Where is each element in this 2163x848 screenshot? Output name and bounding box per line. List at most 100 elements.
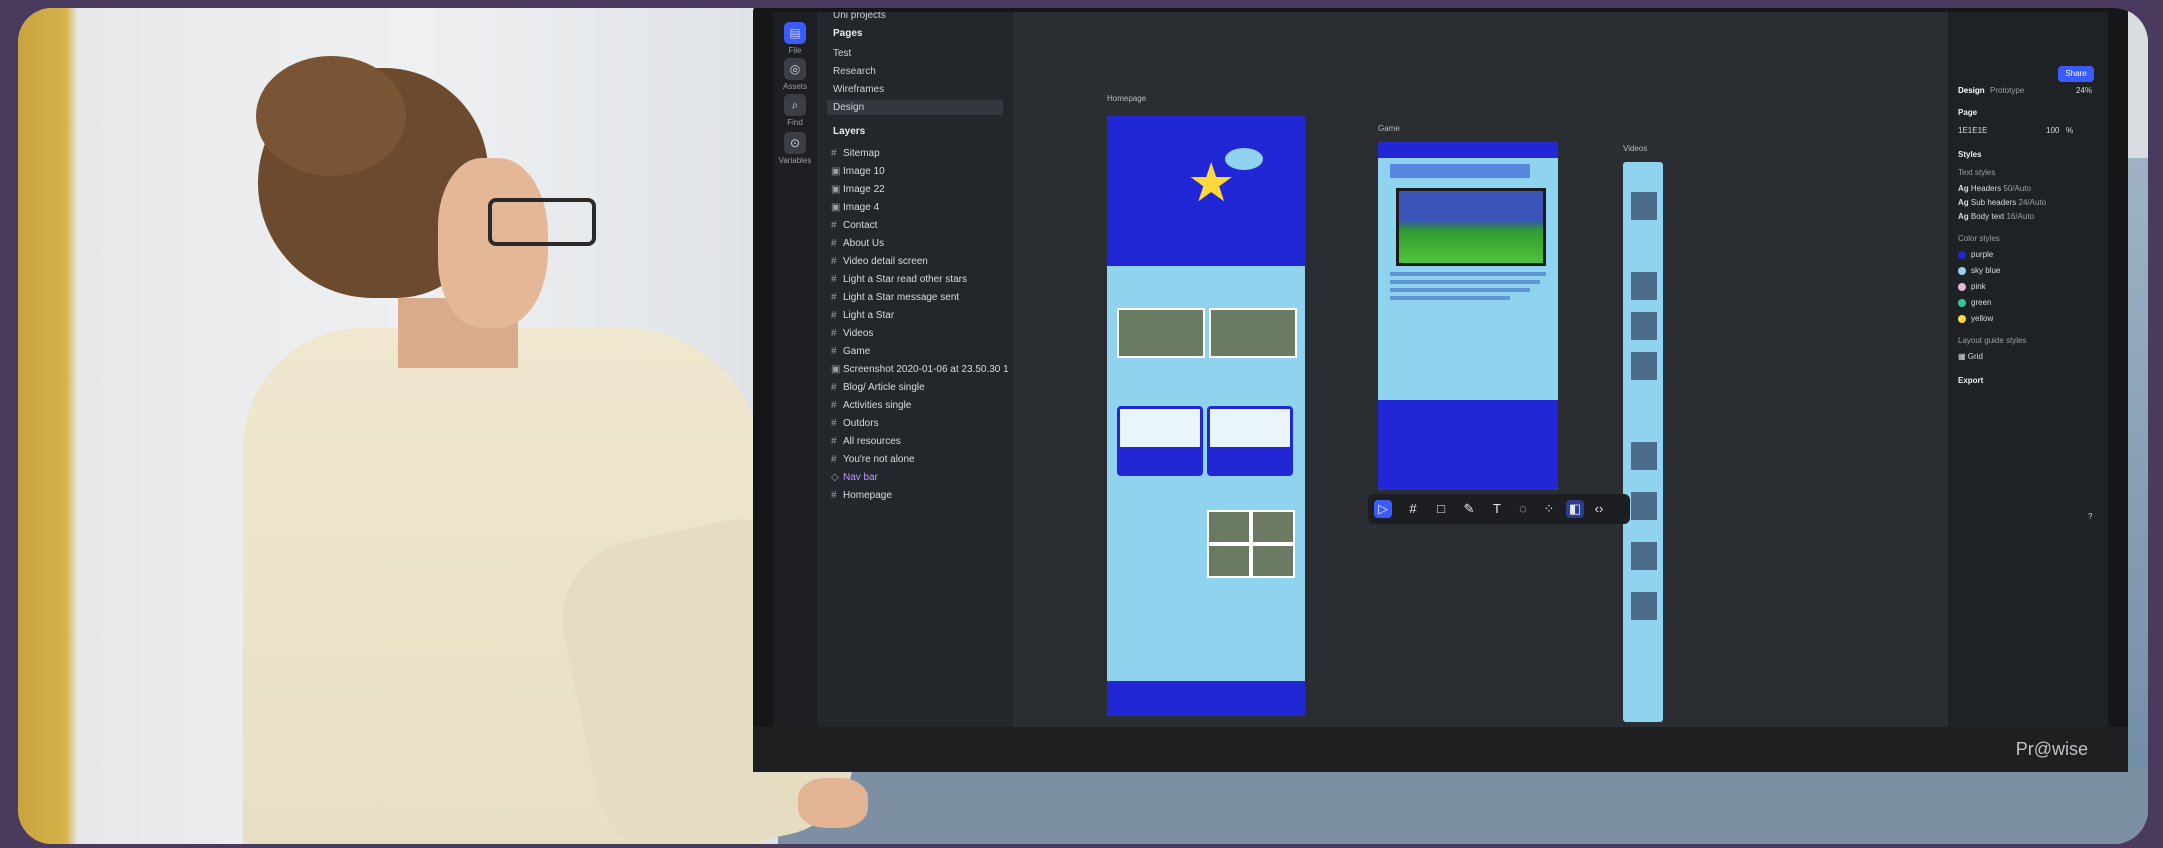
frame-label-videos: Videos: [1623, 144, 1648, 153]
photo-thumbnail: [1207, 510, 1251, 544]
resource-card: [1117, 406, 1203, 476]
person-hand: [798, 778, 868, 828]
layer-item[interactable]: # Videos: [831, 328, 873, 339]
page-item-research[interactable]: Research: [833, 66, 876, 77]
color-style-item[interactable]: sky blue: [1958, 266, 2000, 275]
layer-label: Screenshot 2020-01-06 at 23.50.30 1: [843, 364, 1009, 375]
nav-bar: [1378, 142, 1558, 158]
export-header[interactable]: Export: [1958, 376, 1983, 385]
text-tool-icon[interactable]: T: [1488, 500, 1506, 518]
layer-item[interactable]: ▣ Image 4: [831, 202, 879, 213]
properties-panel: Share Design Prototype 24% Page 1E1E1E 1…: [1948, 12, 2108, 727]
shape-tool-icon[interactable]: □: [1432, 500, 1450, 518]
pen-tool-icon[interactable]: ✎: [1460, 500, 1478, 518]
file-icon[interactable]: ▤: [784, 22, 806, 44]
frame-icon: #: [831, 148, 837, 159]
layer-item[interactable]: ▣ Image 10: [831, 166, 885, 177]
move-tool-icon[interactable]: ▷: [1374, 500, 1392, 518]
color-style-item[interactable]: yellow: [1958, 314, 1993, 323]
frame-icon: #: [831, 238, 837, 249]
layer-item[interactable]: # Activities single: [831, 400, 911, 411]
layer-item[interactable]: # Homepage: [831, 490, 892, 501]
layer-item[interactable]: # Outdors: [831, 418, 879, 429]
page-opacity-value[interactable]: 100: [2046, 126, 2059, 135]
layer-item[interactable]: # Video detail screen: [831, 256, 928, 267]
resource-card: [1207, 406, 1293, 476]
layer-item[interactable]: ▣ Screenshot 2020-01-06 at 23.50.30 1: [831, 364, 1009, 375]
code-icon[interactable]: ‹›: [1590, 500, 1608, 518]
videos-artboard[interactable]: [1623, 162, 1663, 722]
game-video: [1396, 188, 1546, 266]
layer-item[interactable]: # All resources: [831, 436, 901, 447]
share-button[interactable]: Share: [2058, 66, 2094, 82]
photo-thumbnail: [1251, 510, 1295, 544]
game-artboard[interactable]: [1378, 142, 1558, 490]
layer-label: All resources: [843, 436, 901, 447]
layer-label: Game: [843, 346, 871, 357]
text-style-item[interactable]: Ag Body text 16/Auto: [1958, 212, 2034, 221]
frame-icon: #: [831, 256, 837, 267]
actions-icon[interactable]: ⁘: [1540, 500, 1558, 518]
page-color-value[interactable]: 1E1E1E: [1958, 126, 1987, 135]
layer-label: Image 22: [843, 184, 885, 195]
image-icon: ▣: [831, 184, 841, 195]
project-name[interactable]: Uni projects: [833, 12, 886, 21]
frame-tool-icon[interactable]: #: [1404, 500, 1422, 518]
tab-design[interactable]: Design: [1958, 86, 1985, 95]
rail-label-find: Find: [787, 118, 803, 127]
game-footer: [1378, 400, 1558, 490]
help-icon[interactable]: ?: [2088, 512, 2092, 521]
image-icon: ▣: [831, 364, 841, 375]
pages-header: Pages: [833, 28, 863, 39]
zoom-level[interactable]: 24%: [2076, 86, 2092, 95]
text-style-item[interactable]: Ag Sub headers 24/Auto: [1958, 198, 2046, 207]
frame-icon: #: [831, 292, 837, 303]
layer-label: Sitemap: [843, 148, 880, 159]
color-style-item[interactable]: pink: [1958, 282, 1986, 291]
layer-item[interactable]: # Contact: [831, 220, 877, 231]
color-style-item[interactable]: purple: [1958, 250, 1993, 259]
layer-item[interactable]: # Game: [831, 346, 870, 357]
comment-tool-icon[interactable]: ◌: [1514, 500, 1532, 518]
display-brand-logo: Pr@wise: [2015, 739, 2088, 759]
text-line: [1390, 296, 1510, 300]
page-item-wireframes[interactable]: Wireframes: [833, 84, 884, 95]
video-thumbnail: [1631, 542, 1657, 570]
video-thumbnail: [1117, 308, 1205, 358]
layers-panel: Uni projects Pages Test Research Wirefra…: [817, 12, 1013, 727]
dev-mode-icon[interactable]: ◧: [1566, 500, 1584, 518]
page-item-design[interactable]: Design: [827, 100, 1003, 115]
layer-item[interactable]: # Light a Star message sent: [831, 292, 959, 303]
variables-icon[interactable]: ⊙: [784, 132, 806, 154]
image-icon: ▣: [831, 166, 841, 177]
layer-item[interactable]: # Sitemap: [831, 148, 880, 159]
frame-icon: #: [831, 400, 837, 411]
rail-label-file: File: [788, 46, 802, 55]
image-icon: ▣: [831, 202, 841, 213]
frame-icon: #: [831, 346, 837, 357]
layer-item[interactable]: # Light a Star read other stars: [831, 274, 967, 285]
tab-prototype[interactable]: Prototype: [1990, 86, 2024, 95]
homepage-artboard[interactable]: ★: [1107, 116, 1305, 716]
color-style-item[interactable]: green: [1958, 298, 1991, 307]
layer-item[interactable]: # Blog/ Article single: [831, 382, 925, 393]
text-styles-label: Text styles: [1958, 168, 1996, 177]
text-style-item[interactable]: Ag Headers 50/Auto: [1958, 184, 2031, 193]
text-line: [1390, 288, 1530, 292]
background-desks: [778, 768, 2148, 844]
frame-label-homepage: Homepage: [1107, 94, 1147, 103]
design-canvas[interactable]: Homepage Game Videos ★ ▷ # □ ✎ T ◌ ⁘ ◧ ‹…: [1013, 12, 1948, 727]
assets-icon[interactable]: ◎: [784, 58, 806, 80]
layer-item[interactable]: # You're not alone: [831, 454, 915, 465]
grid-style-item[interactable]: ▦ Grid: [1958, 352, 1983, 361]
layer-item[interactable]: ◇ Nav bar: [831, 472, 878, 483]
layer-item[interactable]: ▣ Image 22: [831, 184, 885, 195]
page-item-test[interactable]: Test: [833, 48, 851, 59]
layer-item[interactable]: # Light a Star: [831, 310, 894, 321]
search-icon[interactable]: ⌕: [784, 94, 806, 116]
layer-label: Video detail screen: [843, 256, 928, 267]
layer-label: You're not alone: [843, 454, 915, 465]
layer-item[interactable]: # About Us: [831, 238, 884, 249]
text-line: [1390, 280, 1540, 284]
rail-label-variables: Variables: [778, 156, 812, 165]
